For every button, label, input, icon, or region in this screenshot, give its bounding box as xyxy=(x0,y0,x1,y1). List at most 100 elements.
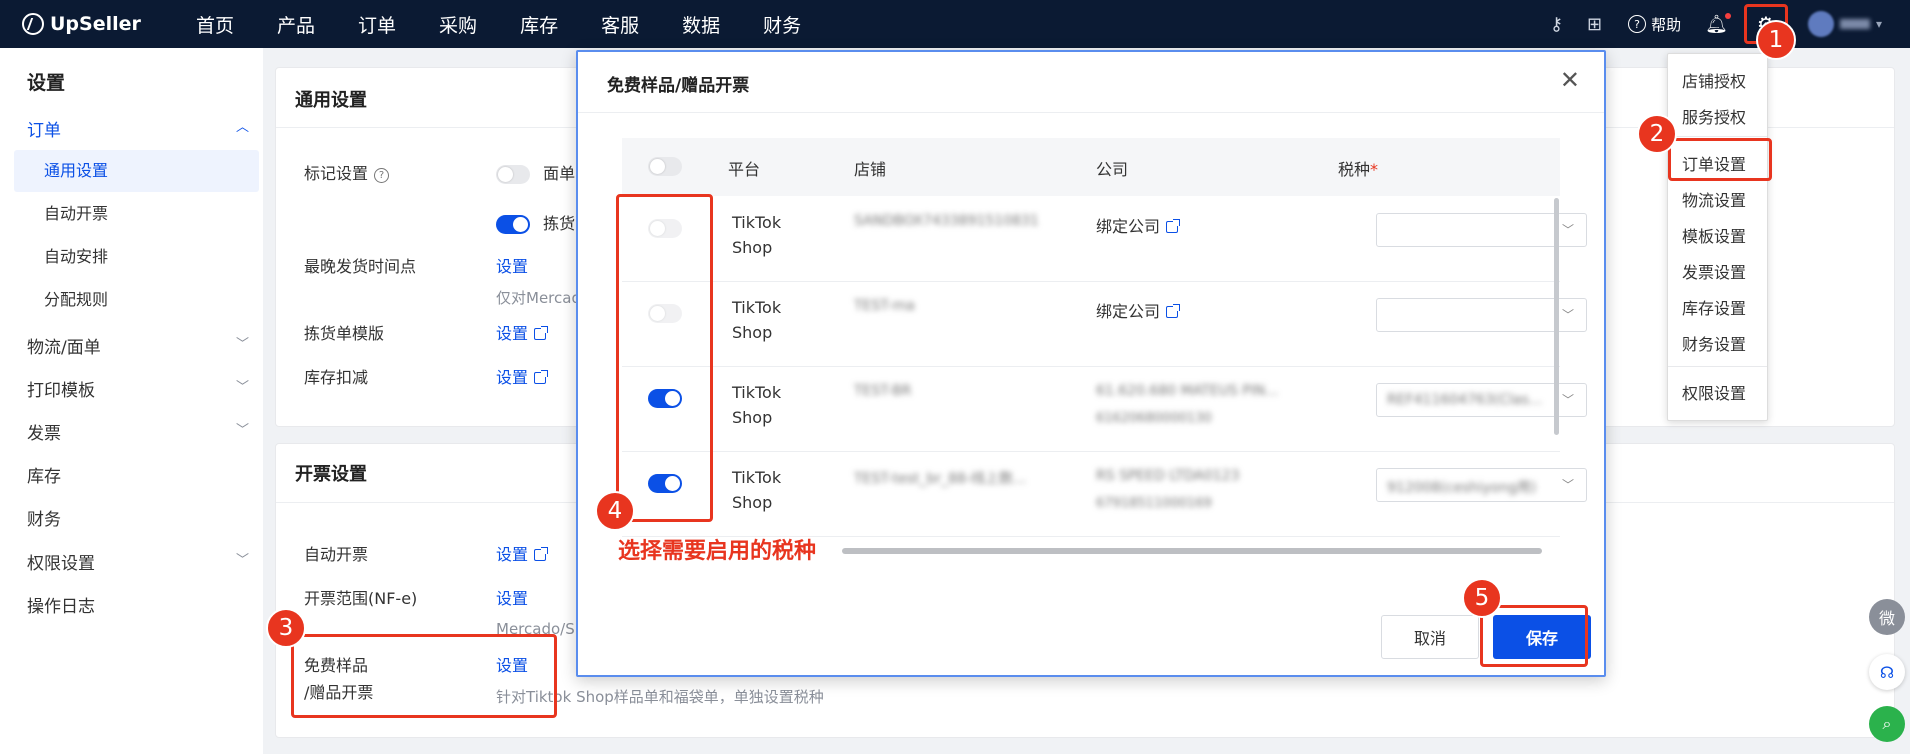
store-cell: TEST-BR xyxy=(854,383,912,399)
settings-sidebar: 设置 订单 ︿ 通用设置 自动开票 自动安排 分配规则 物流/面单 ﹀ 打印模板… xyxy=(0,48,263,754)
nav-orders[interactable]: 订单 xyxy=(358,11,396,38)
chevron-down-icon: ﹀ xyxy=(1561,393,1574,407)
chevron-down-icon: ﹀ xyxy=(1561,308,1574,322)
company-name: RS SPEED LTDA0123 xyxy=(1096,468,1240,484)
horizontal-scrollbar[interactable] xyxy=(842,548,1542,554)
close-icon[interactable]: ✕ xyxy=(1560,66,1580,94)
menu-item-logistics-settings[interactable]: 物流设置 xyxy=(1682,187,1746,211)
help-label: 帮助 xyxy=(1651,15,1682,34)
brand-name: UpSeller xyxy=(50,13,141,35)
brand-logo[interactable]: UpSeller xyxy=(22,13,162,35)
platform-line-1: TikTok xyxy=(732,468,782,487)
sidebar-group-logistics[interactable]: 物流/面单 ﹀ xyxy=(27,333,257,358)
external-link-icon xyxy=(1166,304,1181,318)
company-id: 61620680000130 xyxy=(1096,411,1212,426)
invoice-range-label: 开票范围(NF-e) xyxy=(304,589,418,608)
annotation-tax-hint: 选择需要启用的税种 xyxy=(618,539,817,564)
nav-service[interactable]: 客服 xyxy=(601,11,639,38)
chevron-down-icon: ﹀ xyxy=(235,553,249,568)
apps-grid-icon[interactable]: ⊞ xyxy=(1587,14,1602,35)
bind-company-link[interactable]: 绑定公司 xyxy=(1096,213,1181,237)
annotation-box-save xyxy=(1480,605,1588,667)
auto-invoice-label: 自动开票 xyxy=(304,545,369,564)
auto-invoice-link[interactable]: 设置 xyxy=(496,541,549,565)
menu-item-permission-settings[interactable]: 权限设置 xyxy=(1682,380,1746,404)
company-name: 61.620.680 MATEUS PIN... xyxy=(1096,383,1279,399)
sidebar-group-invoice[interactable]: 发票 ﹀ xyxy=(27,419,257,444)
menu-item-store-auth[interactable]: 店铺授权 xyxy=(1682,68,1746,92)
sidebar-group-print[interactable]: 打印模板 ﹀ xyxy=(27,376,257,401)
external-link-icon xyxy=(534,326,549,340)
stock-deduct-link[interactable]: 设置 xyxy=(496,364,549,388)
table-row: TikTok Shop SANDBOX7433891510831 绑定公司 ﹀ xyxy=(622,197,1587,282)
upseller-logo-icon xyxy=(22,13,44,35)
bind-company-text: 绑定公司 xyxy=(1096,302,1161,321)
wechat-float-button[interactable]: 微 xyxy=(1869,599,1905,635)
nav-purchase[interactable]: 采购 xyxy=(439,11,477,38)
nav-inventory[interactable]: 库存 xyxy=(520,11,558,38)
menu-item-invoice-settings[interactable]: 发票设置 xyxy=(1682,259,1746,283)
store-cell: TEST-test_br_88-线上数... xyxy=(854,471,1027,487)
bind-company-link[interactable]: 绑定公司 xyxy=(1096,298,1181,322)
platform-line-2: Shop xyxy=(732,408,773,427)
nav-finance[interactable]: 财务 xyxy=(763,11,801,38)
auto-invoice-link-text: 设置 xyxy=(496,545,529,564)
sidebar-group-orders[interactable]: 订单 ︿ xyxy=(27,116,257,141)
sidebar-item-finance[interactable]: 财务 xyxy=(27,505,257,530)
nav-home[interactable]: 首页 xyxy=(196,11,234,38)
vertical-scrollbar[interactable] xyxy=(1554,198,1559,435)
menu-item-finance-settings[interactable]: 财务设置 xyxy=(1682,331,1746,355)
sidebar-item-inventory[interactable]: 库存 xyxy=(27,462,257,487)
chevron-up-icon: ︿ xyxy=(235,120,249,135)
sidebar-group-label: 发票 xyxy=(27,424,61,444)
sidebar-item-oplog[interactable]: 操作日志 xyxy=(27,592,257,617)
tax-select-value: 912008(ceshiyong用) xyxy=(1387,480,1537,496)
menu-item-template-settings[interactable]: 模板设置 xyxy=(1682,223,1746,247)
cancel-button[interactable]: 取消 xyxy=(1381,615,1479,659)
chevron-down-icon: ﹀ xyxy=(235,423,249,438)
card-title: 开票设置 xyxy=(295,464,367,485)
annotation-badge-2: 2 xyxy=(1637,114,1677,154)
invoice-range-link[interactable]: 设置 xyxy=(496,585,528,609)
select-all-toggle[interactable] xyxy=(648,157,682,176)
mark-toggle-1[interactable] xyxy=(496,165,530,184)
mark-option-1: 面单 xyxy=(496,160,575,184)
annotation-badge-5: 5 xyxy=(1462,578,1502,618)
latest-ship-link[interactable]: 设置 xyxy=(496,253,528,277)
tax-select[interactable]: 912008(ceshiyong用) ﹀ xyxy=(1376,468,1587,502)
company-id: 67918511000169 xyxy=(1096,496,1212,511)
mark-toggle-2[interactable] xyxy=(496,215,530,234)
annotation-badge-4: 4 xyxy=(595,491,635,531)
table-header: 平台 店铺 公司 税种* xyxy=(622,138,1560,196)
user-menu[interactable]: ▾ xyxy=(1807,11,1882,37)
sidebar-item-auto-invoice[interactable]: 自动开票 xyxy=(14,193,259,235)
required-mark: * xyxy=(1370,160,1379,179)
nav-products[interactable]: 产品 xyxy=(277,11,315,38)
help-button[interactable]: ? 帮助 xyxy=(1628,14,1681,35)
nav-data[interactable]: 数据 xyxy=(682,11,720,38)
settings-dropdown-menu: 店铺授权 服务授权 订单设置 物流设置 模板设置 发票设置 库存设置 财务设置 … xyxy=(1667,53,1768,421)
bell-icon[interactable]: 🔔︎ xyxy=(1705,12,1731,35)
help-icon: ? xyxy=(1628,15,1647,33)
search-icon[interactable]: ⌕ xyxy=(1869,706,1905,742)
menu-item-inventory-settings[interactable]: 库存设置 xyxy=(1682,295,1746,319)
question-icon[interactable]: ? xyxy=(374,168,390,183)
sidebar-item-auto-arrange[interactable]: 自动安排 xyxy=(14,236,259,278)
stock-deduct-label: 库存扣减 xyxy=(304,368,369,387)
sidebar-item-allocation[interactable]: 分配规则 xyxy=(14,279,259,321)
store-cell: TEST-ma xyxy=(854,298,915,314)
stock-link-text: 设置 xyxy=(496,368,529,387)
annotation-box-free-sample xyxy=(291,634,557,718)
headset-icon[interactable]: ☊ xyxy=(1869,654,1905,690)
menu-separator xyxy=(1668,366,1767,367)
sidebar-group-permissions[interactable]: 权限设置 ﹀ xyxy=(27,549,257,574)
picklist-link[interactable]: 设置 xyxy=(496,320,549,344)
sidebar-item-general[interactable]: 通用设置 xyxy=(14,150,259,192)
platform-line-2: Shop xyxy=(732,323,773,342)
external-link-icon xyxy=(1166,219,1181,233)
card-title: 通用设置 xyxy=(295,90,367,111)
menu-item-service-auth[interactable]: 服务授权 xyxy=(1682,104,1746,128)
key-icon[interactable]: ⚷ xyxy=(1550,14,1563,35)
external-link-icon xyxy=(534,547,549,561)
header-platform: 平台 xyxy=(728,160,761,179)
